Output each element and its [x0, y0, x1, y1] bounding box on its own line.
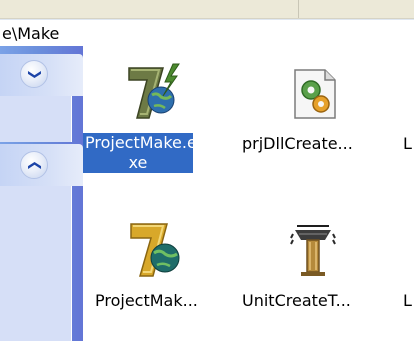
task-pane-group-header-2[interactable]: ❯: [0, 144, 83, 186]
unit-column-icon: [290, 225, 336, 276]
file-label-selected[interactable]: ProjectMake.e xe: [83, 133, 197, 173]
file-list[interactable]: ProjectMake.e xe prjDllCreate... L Proje…: [83, 46, 414, 341]
toolbar-separator: [298, 0, 299, 18]
task-pane-group-body-1: [0, 96, 72, 142]
file-label[interactable]: L: [403, 134, 412, 154]
dll-gear-icon: [294, 69, 336, 119]
file-label-line-1: ProjectMake.e: [85, 133, 197, 152]
file-label[interactable]: prjDllCreate...: [242, 134, 353, 154]
task-pane: ❯ ❯: [0, 46, 83, 341]
app-7-lightning-icon: [128, 63, 180, 119]
file-label[interactable]: ProjectMak...: [95, 291, 198, 311]
address-bar[interactable]: e\Make: [0, 19, 414, 47]
app-7-globe-icon: [130, 223, 180, 277]
file-label-line-2: xe: [128, 153, 148, 172]
file-label[interactable]: UnitCreateT...: [242, 291, 351, 311]
collapse-chevron-icon[interactable]: ❯: [20, 60, 48, 88]
address-path[interactable]: e\Make: [2, 24, 59, 43]
expand-chevron-icon[interactable]: ❯: [20, 151, 48, 179]
toolbar-strip: [0, 0, 414, 19]
task-pane-group-body-2: [0, 186, 72, 341]
file-label[interactable]: L: [403, 291, 412, 311]
task-pane-group-header-1[interactable]: ❯: [0, 54, 83, 96]
